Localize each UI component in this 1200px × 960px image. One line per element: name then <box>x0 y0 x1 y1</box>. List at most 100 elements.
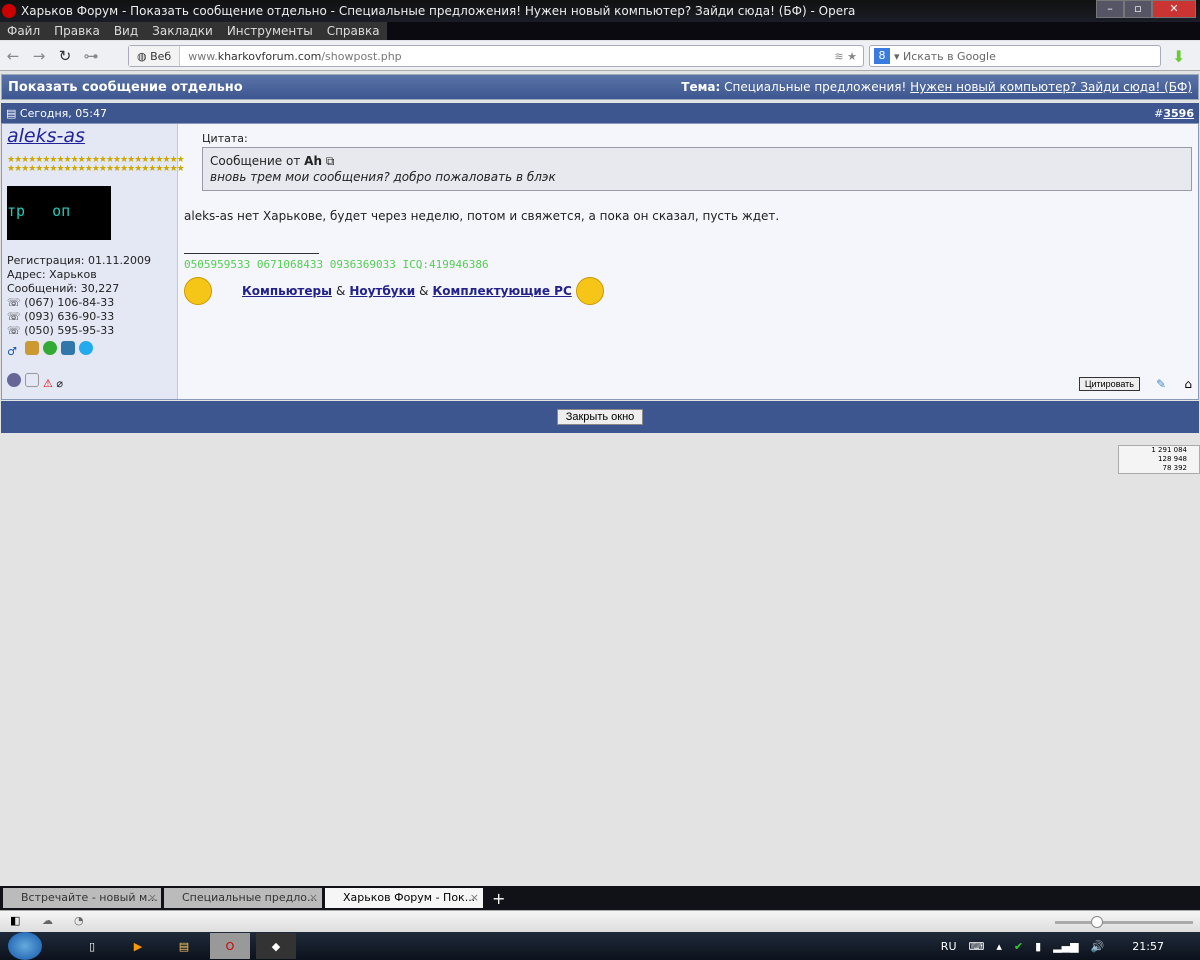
skype-icon[interactable] <box>79 341 93 355</box>
explorer-icon[interactable]: ▤ <box>164 933 204 959</box>
view-post-icon[interactable]: ⧉ <box>326 154 335 168</box>
tab-1[interactable]: Встречайте - новый м... × <box>3 888 161 908</box>
zoom-slider[interactable] <box>1055 916 1193 928</box>
icq-icon[interactable] <box>43 341 57 355</box>
opera-taskbar-icon[interactable]: O <box>210 933 250 959</box>
show-hidden-icon[interactable]: ▴ <box>996 940 1002 953</box>
new-tab-button[interactable]: + <box>492 889 505 908</box>
avatar: тр оп <box>7 186 111 240</box>
globe-icon: ◍ <box>137 49 151 63</box>
keyboard-icon[interactable]: ⌨ <box>969 940 985 953</box>
close-window-button[interactable]: ✕ <box>1152 0 1196 18</box>
page-content: Показать сообщение отдельно Тема: Специа… <box>0 72 1200 886</box>
bookmark-star-icon[interactable]: ★ <box>847 50 857 63</box>
language-indicator[interactable]: RU <box>941 940 957 953</box>
contact-icon[interactable] <box>61 341 75 355</box>
male-icon: ♂ <box>7 345 17 358</box>
signature-divider <box>184 253 319 254</box>
topic-info: Тема: Специальные предложения! Нужен нов… <box>681 80 1192 94</box>
link-components[interactable]: Комплектующие PC <box>433 284 572 298</box>
minimize-button[interactable]: – <box>1096 0 1124 18</box>
pointing-smiley-icon <box>184 277 212 305</box>
opera-logo-icon <box>2 4 16 18</box>
post: aleks-as ★★★★★★★★★★★★★★★★★★★★★★★★★ ★★★★★★… <box>1 123 1199 400</box>
post-number-link[interactable]: 3596 <box>1163 107 1194 120</box>
message-text: aleks-as нет Харькове, будет через недел… <box>184 209 780 223</box>
signal-icon[interactable]: ▂▄▆ <box>1053 940 1078 953</box>
link-laptops[interactable]: Ноутбуки <box>349 284 415 298</box>
phone-icon: ☏ <box>7 310 25 323</box>
username-link[interactable]: aleks-as <box>7 125 85 147</box>
window-titlebar: Харьков Форум - Показать сообщение отдел… <box>0 0 1200 22</box>
download-icon[interactable]: ⬇ <box>1172 47 1185 66</box>
speed-dial-icon[interactable]: ◔ <box>74 914 84 927</box>
network-icon[interactable]: ▮ <box>1035 940 1041 953</box>
post-icon: ▤ <box>6 106 20 120</box>
rss-icon[interactable]: ≋ <box>834 50 843 63</box>
forward-icon[interactable]: → <box>26 47 52 65</box>
google-icon[interactable]: 8 <box>874 48 890 64</box>
close-tab-icon[interactable]: × <box>148 888 157 908</box>
system-tray: RU ⌨ ▴ ✔ ▮ ▂▄▆ 🔊 21:57 <box>941 940 1164 953</box>
post-header: ▤ Сегодня, 05:47 #3596 <box>1 103 1199 123</box>
stats-counter[interactable]: 1 291 084 128 948 78 392 <box>1118 445 1200 474</box>
home-icon[interactable] <box>25 341 39 355</box>
clock[interactable]: 21:57 <box>1132 940 1164 953</box>
menu-edit[interactable]: Правка <box>47 22 107 40</box>
post-date: Сегодня, 05:47 <box>19 106 107 120</box>
multiquote-icon[interactable]: ✎ <box>1156 377 1166 391</box>
close-window-page-button[interactable]: Закрыть окно <box>556 409 644 425</box>
footer-bar: Закрыть окно <box>1 401 1199 433</box>
chevron-down-icon[interactable]: ▾ <box>894 50 903 63</box>
url-text: www.kharkovforum.com/showpost.php <box>188 49 402 63</box>
post-body: Цитата: Сообщение от Ah ⧉ вновь трем мои… <box>184 132 1192 305</box>
key-icon[interactable]: ⊶ <box>78 47 104 65</box>
address-bar[interactable]: ◍ Веб www.kharkovforum.com/showpost.php … <box>128 45 864 67</box>
tab-2[interactable]: Специальные предло... × <box>164 888 322 908</box>
close-tab-icon[interactable]: × <box>309 888 318 908</box>
menu-tools[interactable]: Инструменты <box>220 22 320 40</box>
status-bar: ◧ ☁ ◔ <box>0 910 1200 932</box>
tab-bar: Встречайте - новый м... × Специальные пре… <box>0 886 1200 910</box>
top-icon[interactable]: ⌂ <box>1184 377 1192 391</box>
topic-link[interactable]: Нужен новый компьютер? Зайди сюда! (БФ) <box>910 80 1192 94</box>
signature-links: Компьютеры & Ноутбуки & Комплектующие PC <box>184 277 1192 305</box>
page-title: Показать сообщение отдельно <box>8 79 243 95</box>
report-icon[interactable]: ⚠ <box>43 377 53 390</box>
web-badge[interactable]: ◍ Веб <box>129 46 181 66</box>
signature-phones: 0505959533 0671068433 0936369033 ICQ:419… <box>184 258 489 271</box>
volume-icon[interactable]: 🔊 <box>1091 940 1105 953</box>
start-button[interactable] <box>8 932 42 960</box>
registration: Регистрация: 01.11.2009 <box>7 254 151 267</box>
search-input[interactable]: 8 ▾ Искать в Google <box>869 45 1161 67</box>
quote-text: вновь трем мои сообщения? добро пожалова… <box>210 170 556 184</box>
phone-icon: ☏ <box>7 296 25 309</box>
taskbar: ▯ ▶ ▤ O ◆ RU ⌨ ▴ ✔ ▮ ▂▄▆ 🔊 21:57 <box>0 932 1200 960</box>
tab-3-active[interactable]: Харьков Форум - Пок... × <box>325 888 483 908</box>
quote-button[interactable]: Цитировать <box>1078 377 1140 391</box>
menu-file[interactable]: Файл <box>0 22 47 40</box>
quote-block: Сообщение от Ah ⧉ вновь трем мои сообщен… <box>202 147 1192 191</box>
user-info: aleks-as ★★★★★★★★★★★★★★★★★★★★★★★★★ ★★★★★★… <box>2 124 185 399</box>
calculator-icon[interactable]: ▯ <box>72 933 112 959</box>
back-icon[interactable]: ← <box>0 47 26 65</box>
cloud-icon[interactable]: ☁ <box>42 914 53 927</box>
phone-icon: ☏ <box>7 324 25 337</box>
user-address: Адрес: Харьков <box>7 268 97 281</box>
panel-toggle-icon[interactable]: ◧ <box>10 914 20 927</box>
menu-view[interactable]: Вид <box>107 22 145 40</box>
quote-author: Ah <box>304 154 322 168</box>
maximize-button[interactable]: ▫ <box>1124 0 1152 18</box>
menu-bookmarks[interactable]: Закладки <box>145 22 220 40</box>
link-computers[interactable]: Компьютеры <box>242 284 332 298</box>
media-player-icon[interactable]: ▶ <box>118 933 158 959</box>
rank-stars-icon: ★★★★★★★★★★★★★★★★★★★★★★★★★ ★★★★★★★★★★★★★★★… <box>7 155 185 174</box>
menu-help[interactable]: Справка <box>320 22 387 40</box>
security-icon[interactable]: ✔ <box>1014 940 1023 953</box>
post-count: Сообщений: 30,227 <box>7 282 120 295</box>
game-taskbar-icon[interactable]: ◆ <box>256 933 296 959</box>
reputation-icon[interactable] <box>25 373 39 387</box>
close-tab-icon[interactable]: × <box>470 888 479 908</box>
page-header: Показать сообщение отдельно Тема: Специа… <box>1 74 1199 100</box>
reload-icon[interactable]: ↻ <box>52 47 78 65</box>
